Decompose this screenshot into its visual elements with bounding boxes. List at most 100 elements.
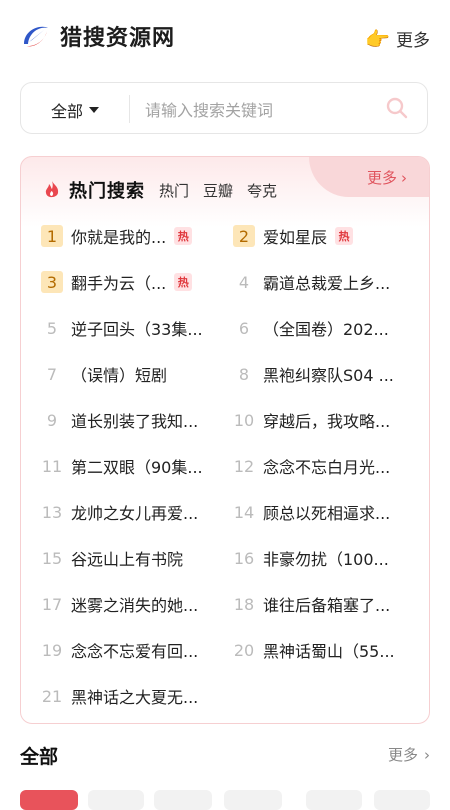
hot-search-title: （全国卷）202... [263, 320, 389, 339]
caret-down-icon [89, 107, 100, 113]
hot-search-item[interactable]: 6 （全国卷）202... [233, 309, 413, 347]
rank-number: 12 [233, 456, 255, 476]
rank-number: 10 [233, 410, 255, 430]
rank-number: 13 [41, 502, 63, 522]
hot-search-item[interactable]: 3 翻手为云（... 热 [41, 263, 221, 301]
search-divider [129, 95, 130, 123]
rank-number: 7 [46, 364, 58, 384]
search-scope-dropdown[interactable]: 全部 [51, 98, 100, 122]
hot-search-item[interactable]: 21 黑神话之大夏无... [41, 677, 221, 715]
rank-number: 18 [233, 594, 255, 614]
category-chip[interactable] [224, 790, 282, 810]
hot-search-item[interactable]: 15 谷远山上有书院 [41, 539, 221, 577]
hot-search-item[interactable]: 19 念念不忘爱有回... [41, 631, 221, 669]
category-chip[interactable] [20, 790, 78, 810]
hot-badge: 热 [174, 273, 193, 291]
hot-more-button[interactable]: 更多 › [367, 167, 407, 188]
category-chip[interactable] [154, 790, 212, 810]
brand-title: 猎搜资源网 [60, 26, 176, 51]
hot-search-item[interactable]: 14 顾总以死相逼求... [233, 493, 413, 531]
hot-tab-popular[interactable]: 热门 [159, 180, 189, 201]
rank-number: 15 [41, 548, 63, 568]
hot-search-item[interactable]: 11 第二双眼（90集... [41, 447, 221, 485]
hot-search-title: 迷雾之消失的她... [71, 596, 199, 615]
hot-search-panel: 更多 › 热门搜索 热门 豆瓣 夸克 1 你就是我的... 热 2 爱如星辰热 3 翻手为云… [20, 156, 430, 724]
search-bar: 全部 [20, 82, 428, 134]
rank-number: 16 [233, 548, 255, 568]
hot-search-title: 非豪勿扰（100... [263, 550, 389, 569]
chevron-right-icon: › [424, 745, 430, 764]
search-input[interactable] [143, 94, 377, 126]
flame-icon [45, 181, 59, 198]
hot-search-title: 顾总以死相逼求... [263, 504, 391, 523]
hot-title-row: 热门搜索 热门 豆瓣 夸克 [43, 177, 277, 203]
hot-search-item[interactable]: 2 爱如星辰热 [233, 217, 413, 255]
site-logo-icon [24, 26, 48, 47]
hot-search-title: 逆子回头（33集... [71, 320, 201, 339]
hot-search-item[interactable]: 8 黑袍纠察队S04 ... [233, 355, 413, 393]
hot-search-title: 穿越后，我攻略... [263, 412, 391, 431]
rank-number: 5 [46, 318, 58, 338]
hot-search-title: 龙帅之女儿再爱... [71, 504, 199, 523]
all-more-label: 更多 [387, 746, 418, 764]
rank-number: 21 [41, 686, 63, 706]
category-chip[interactable] [374, 790, 430, 810]
rank-number: 6 [238, 318, 250, 338]
hot-search-title: 谁往后备箱塞了... [263, 596, 391, 615]
hot-search-title: 谷远山上有书院 [71, 550, 184, 569]
hot-search-title: 黑神话之大夏无... [71, 688, 199, 707]
hot-search-item[interactable]: 5 逆子回头（33集... [41, 309, 221, 347]
hot-search-title: 你就是我的... [71, 228, 167, 247]
hot-search-title: 念念不忘爱有回... [71, 642, 199, 661]
category-chip[interactable] [306, 790, 362, 810]
rank-number: 3 [41, 271, 63, 293]
hot-search-title: 念念不忘白月光... [263, 458, 391, 477]
rank-number: 20 [233, 640, 255, 660]
category-chips [20, 790, 430, 810]
all-more-button[interactable]: 更多 › [388, 744, 430, 765]
rank-number: 11 [41, 456, 63, 476]
search-icon[interactable] [385, 96, 409, 120]
header-more-label: 更多 [396, 31, 430, 51]
rank-number: 9 [46, 410, 58, 430]
app-header: 猎搜资源网 👉 更多 [0, 0, 450, 76]
hot-tab-quark[interactable]: 夸克 [247, 180, 277, 201]
rank-number: 17 [41, 594, 63, 614]
hot-search-item[interactable]: 18 谁往后备箱塞了... [233, 585, 413, 623]
hot-tab-douban[interactable]: 豆瓣 [203, 180, 233, 201]
chevron-right-icon: › [401, 168, 407, 187]
hot-search-item[interactable]: 10 穿越后，我攻略... [233, 401, 413, 439]
hot-search-title: 黑神话蜀山（55... [263, 642, 393, 661]
hot-search-item[interactable]: 7 （误情）短剧 [41, 355, 221, 393]
hot-search-title: 第二双眼（90集... [71, 458, 201, 477]
rank-number: 2 [233, 225, 255, 247]
hot-search-item[interactable]: 4 霸道总裁爱上乡... [233, 263, 413, 301]
search-scope-label: 全部 [51, 102, 84, 121]
hot-search-title: 爱如星辰 [263, 228, 328, 247]
hot-more-label: 更多 [366, 169, 397, 187]
hot-search-title: 翻手为云（... [71, 274, 167, 293]
hot-search-title: 霸道总裁爱上乡... [263, 274, 391, 293]
category-chip[interactable] [88, 790, 144, 810]
hot-search-title: 道长别装了我知... [71, 412, 199, 431]
hot-search-item[interactable]: 16 非豪勿扰（100... [233, 539, 413, 577]
hot-search-title: （误情）短剧 [71, 366, 168, 385]
rank-number: 14 [233, 502, 255, 522]
hot-search-item[interactable]: 13 龙帅之女儿再爱... [41, 493, 221, 531]
hot-search-title: 黑袍纠察队S04 ... [263, 366, 393, 385]
hot-search-item[interactable]: 20 黑神话蜀山（55... [233, 631, 413, 669]
rank-number: 4 [238, 272, 250, 292]
all-section-header: 全部 更多 › [20, 742, 430, 769]
header-more-button[interactable]: 👉 更多 [365, 26, 430, 52]
rank-number: 19 [41, 640, 63, 660]
all-section-title: 全部 [20, 746, 59, 768]
hot-search-item[interactable]: 17 迷雾之消失的她... [41, 585, 221, 623]
rank-number: 8 [238, 364, 250, 384]
hot-search-item[interactable]: 1 你就是我的... 热 [41, 217, 221, 255]
hot-title: 热门搜索 [69, 181, 145, 202]
hot-badge: 热 [174, 227, 193, 245]
hot-search-item[interactable]: 9 道长别装了我知... [41, 401, 221, 439]
pointing-hand-icon: 👉 [365, 26, 390, 51]
hot-search-item[interactable]: 12 念念不忘白月光... [233, 447, 413, 485]
rank-number: 1 [41, 225, 63, 247]
